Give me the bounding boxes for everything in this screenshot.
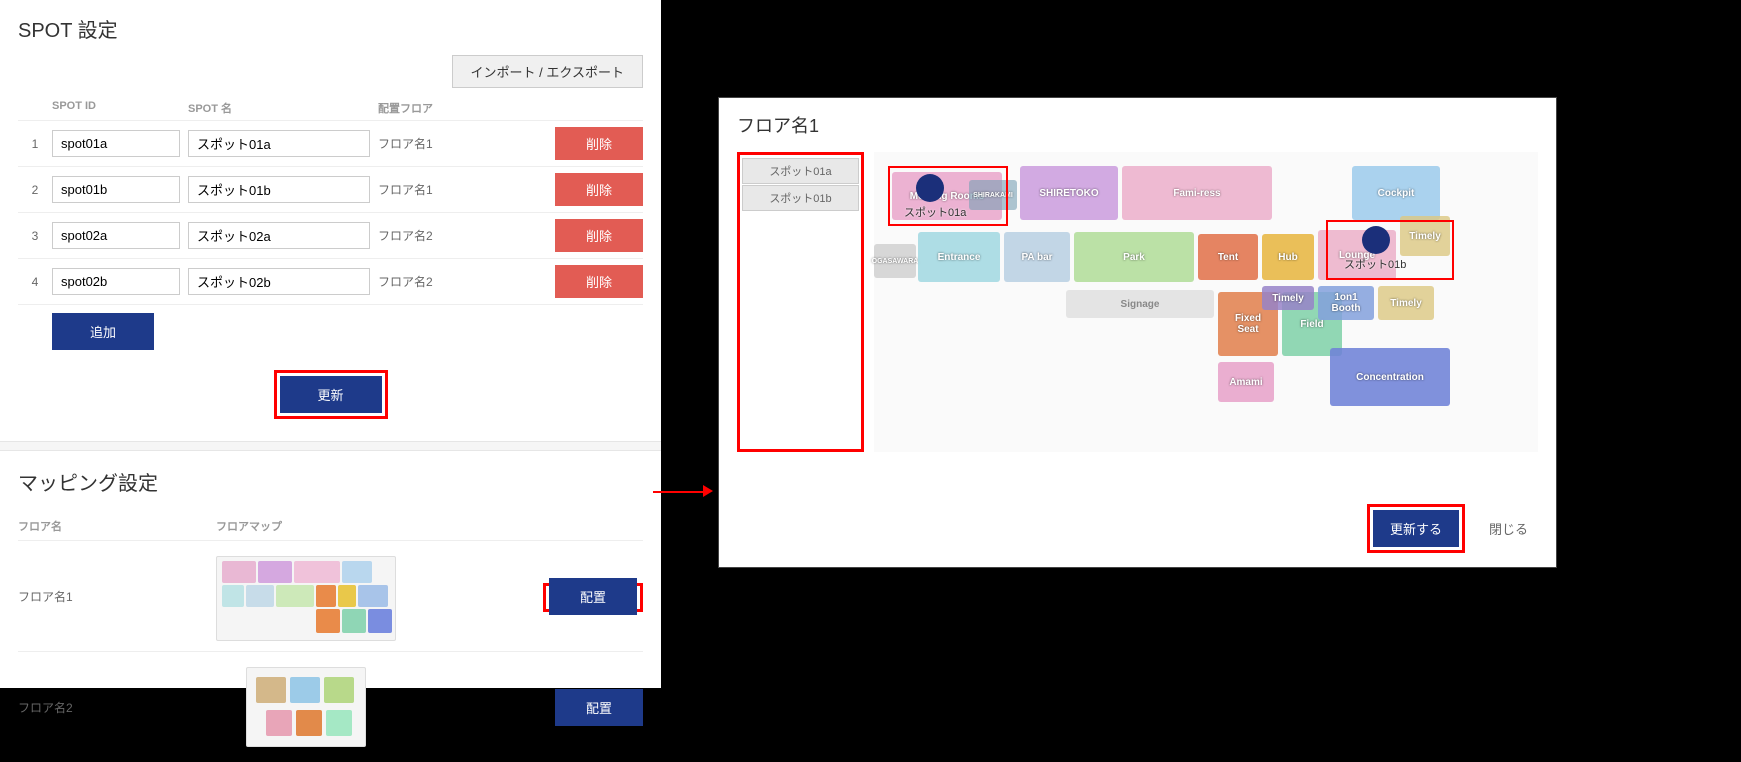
mapping-floor-name: フロア名2	[18, 699, 216, 716]
mapping-row: フロア名2 配置	[18, 651, 643, 762]
room-pabar: PA bar	[1004, 232, 1070, 282]
mapping-head-map: フロアマップ	[216, 518, 643, 534]
add-button[interactable]: 追加	[52, 313, 154, 350]
room-ogasawara: OGASAWARA	[874, 244, 916, 278]
spot-name-input[interactable]	[188, 268, 370, 295]
room-famiress: Fami-ress	[1122, 166, 1272, 220]
room-hub: Hub	[1262, 234, 1314, 280]
delete-button[interactable]: 削除	[555, 173, 643, 206]
floor-detail-dialog: フロア名1 スポット01a スポット01b Meeting Rooms SHIR…	[718, 97, 1557, 568]
spot-name-input[interactable]	[188, 222, 370, 249]
row-number: 2	[18, 183, 52, 197]
mapping-row: フロア名1 配置	[18, 540, 643, 651]
row-floor: フロア名2	[378, 273, 488, 290]
update-highlight: 更新する	[1367, 504, 1465, 553]
spot-marker[interactable]	[916, 174, 944, 202]
table-row: 2 フロア名1 削除	[18, 166, 643, 212]
spot-list-item[interactable]: スポット01b	[742, 185, 859, 211]
room-signage: Signage	[1066, 290, 1214, 318]
annotation-arrow	[653, 491, 707, 493]
table-row: 3 フロア名2 削除	[18, 212, 643, 258]
room-tent: Tent	[1198, 234, 1258, 280]
room-concentration: Concentration	[1330, 348, 1450, 406]
spot-label: スポット01a	[904, 204, 966, 220]
update-highlight: 更新	[274, 370, 388, 419]
table-row: 4 フロア名2 削除	[18, 258, 643, 304]
floor-map-thumbnail	[216, 662, 396, 752]
floor-map-view[interactable]: Meeting Rooms SHIRAKAMI SHIRETOKO Fami-r…	[874, 152, 1538, 452]
mapping-head-name: フロア名	[18, 518, 216, 534]
mapping-settings-title: マッピング設定	[18, 467, 643, 496]
spot-id-input[interactable]	[52, 176, 180, 203]
room-amami: Amami	[1218, 362, 1274, 402]
annotation-arrow-head	[703, 485, 713, 497]
spot-id-input[interactable]	[52, 130, 180, 157]
spot-name-input[interactable]	[188, 130, 370, 157]
room-park: Park	[1074, 232, 1194, 282]
room-cockpit: Cockpit	[1352, 166, 1440, 220]
dialog-close-button[interactable]: 閉じる	[1479, 513, 1538, 544]
mapping-floor-name: フロア名1	[18, 588, 216, 605]
row-number: 1	[18, 137, 52, 151]
room-entrance: Entrance	[918, 232, 1000, 282]
row-floor: フロア名1	[378, 135, 488, 152]
place-button[interactable]: 配置	[555, 689, 643, 726]
row-floor: フロア名1	[378, 181, 488, 198]
spot-dot-icon	[916, 174, 944, 202]
col-header-name: SPOT 名	[188, 100, 370, 116]
row-floor: フロア名2	[378, 227, 488, 244]
spot-label: スポット01b	[1344, 256, 1406, 272]
spot-table: SPOT ID SPOT 名 配置フロア 1 フロア名1 削除 2 フロア名1 …	[18, 96, 643, 350]
place-highlight: 配置	[543, 583, 643, 612]
room-timely3: Timely	[1378, 286, 1434, 320]
floor-map-thumbnail	[216, 551, 396, 641]
spot-settings-title: SPOT 設定	[18, 14, 643, 43]
update-button[interactable]: 更新	[280, 376, 382, 413]
row-number: 4	[18, 275, 52, 289]
spot-list-highlight: スポット01a スポット01b	[737, 152, 864, 452]
row-number: 3	[18, 229, 52, 243]
delete-button[interactable]: 削除	[555, 265, 643, 298]
delete-button[interactable]: 削除	[555, 127, 643, 160]
import-export-button[interactable]: インポート / エクスポート	[452, 55, 643, 88]
spot-marker[interactable]	[1362, 226, 1390, 254]
spot-dot-icon	[1362, 226, 1390, 254]
room-timely2: Timely	[1262, 286, 1314, 310]
dialog-update-button[interactable]: 更新する	[1373, 510, 1459, 547]
spot-id-input[interactable]	[52, 268, 180, 295]
col-header-id: SPOT ID	[52, 100, 180, 116]
col-header-floor: 配置フロア	[378, 100, 488, 116]
spot-list-item[interactable]: スポット01a	[742, 158, 859, 184]
left-settings-panel: SPOT 設定 インポート / エクスポート SPOT ID SPOT 名 配置…	[0, 0, 661, 688]
dialog-title: フロア名1	[737, 112, 1538, 138]
spot-name-input[interactable]	[188, 176, 370, 203]
room-1on1booth: 1on1 Booth	[1318, 286, 1374, 320]
place-button[interactable]: 配置	[549, 578, 637, 615]
delete-button[interactable]: 削除	[555, 219, 643, 252]
room-shiretoko: SHIRETOKO	[1020, 166, 1118, 220]
spot-id-input[interactable]	[52, 222, 180, 249]
table-row: 1 フロア名1 削除	[18, 120, 643, 166]
